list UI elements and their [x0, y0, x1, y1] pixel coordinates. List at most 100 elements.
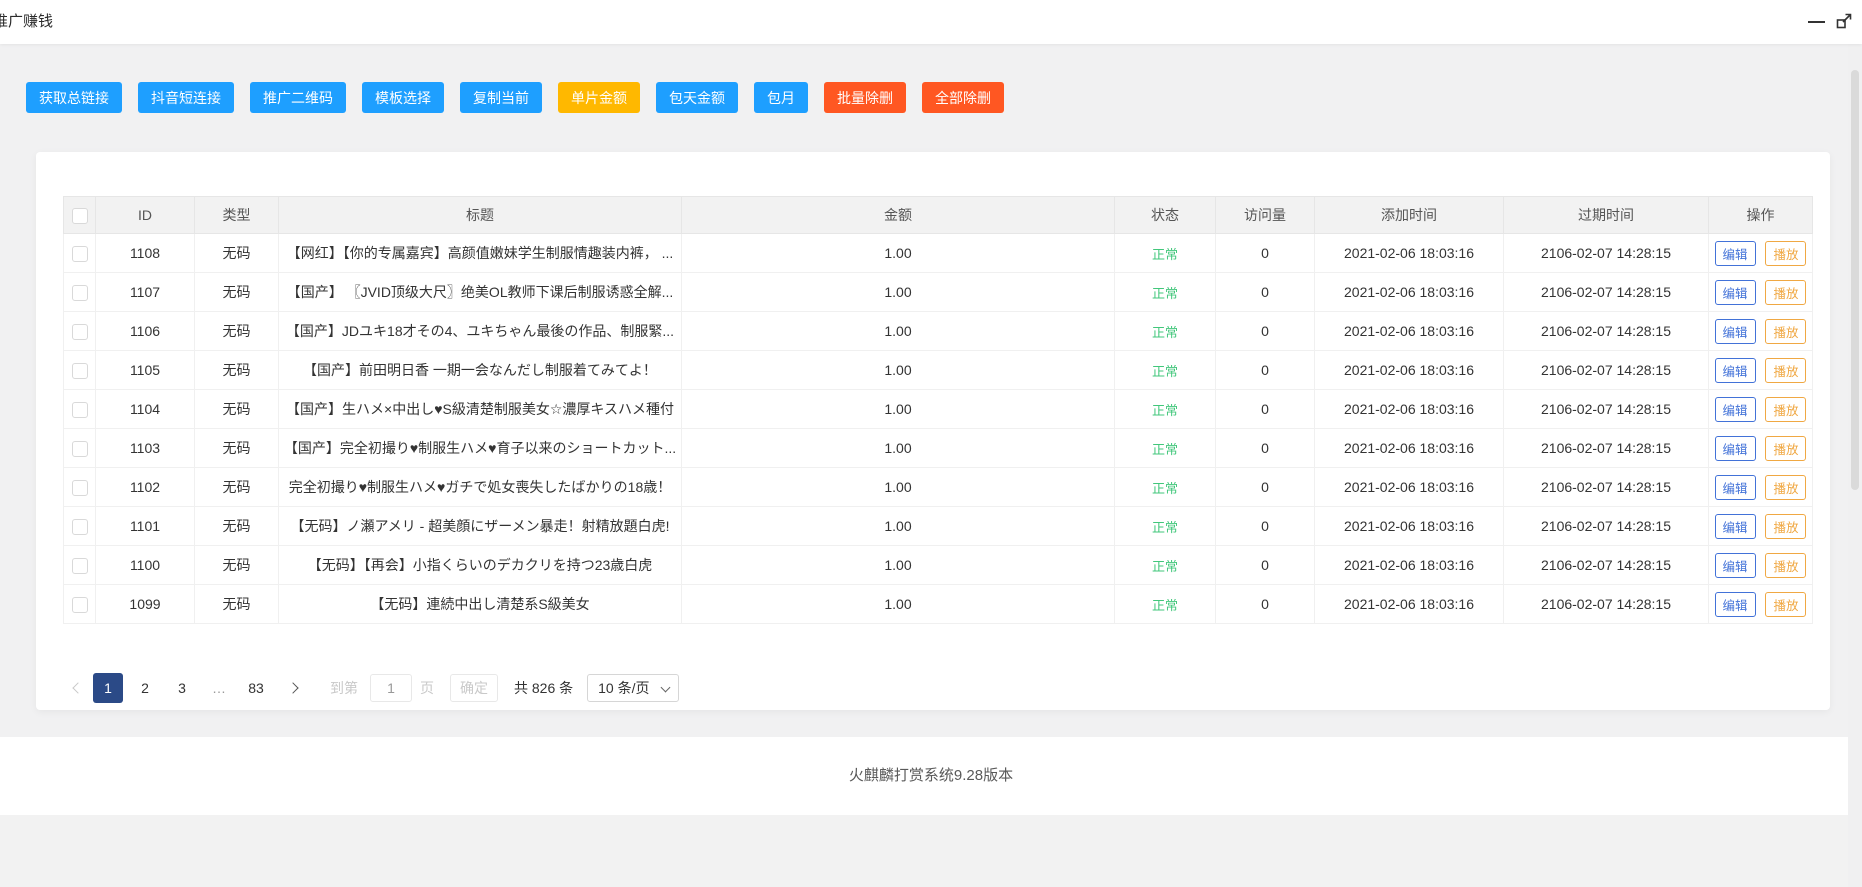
pagination: 123…83 到第 页 确定 共 826 条 10 条/页 — [63, 673, 679, 703]
table-row: 1105 无码 【国产】前田明日香 一期一会なんだし制服着てみてよ！ 1.00 … — [64, 351, 1813, 390]
row-title: 【国产】JDユキ18才その4、ユキちゃん最後の作品、制服緊... — [279, 312, 682, 351]
toolbar-button[interactable]: 批量除删 — [824, 82, 906, 113]
row-checkbox[interactable] — [72, 246, 88, 262]
row-type: 无码 — [195, 468, 279, 507]
row-amount: 1.00 — [682, 507, 1115, 546]
row-id: 1099 — [96, 585, 195, 624]
edit-button[interactable]: 编辑 — [1715, 436, 1756, 461]
edit-button[interactable]: 编辑 — [1715, 475, 1756, 500]
chevron-right-icon — [287, 682, 298, 693]
row-type: 无码 — [195, 546, 279, 585]
edit-button[interactable]: 编辑 — [1715, 592, 1756, 617]
minimize-icon[interactable] — [1808, 21, 1825, 23]
row-added-time: 2021-02-06 18:03:16 — [1315, 234, 1504, 273]
page-ellipsis: … — [204, 673, 234, 703]
goto-page-input[interactable] — [370, 674, 412, 702]
toolbar-button[interactable]: 包月 — [754, 82, 808, 113]
column-header: 标题 — [279, 197, 682, 234]
play-button[interactable]: 播放 — [1765, 280, 1806, 305]
row-checkbox[interactable] — [72, 519, 88, 535]
row-checkbox[interactable] — [72, 363, 88, 379]
row-checkbox[interactable] — [72, 558, 88, 574]
row-checkbox-cell — [64, 546, 96, 585]
row-type: 无码 — [195, 429, 279, 468]
row-amount: 1.00 — [682, 546, 1115, 585]
edit-button[interactable]: 编辑 — [1715, 514, 1756, 539]
page-button[interactable]: 83 — [241, 673, 271, 703]
table-row: 1099 无码 【无码】連続中出し清楚系S級美女 1.00 正常 0 2021-… — [64, 585, 1813, 624]
edit-button[interactable]: 编辑 — [1715, 241, 1756, 266]
column-header: ID — [96, 197, 195, 234]
column-header: 添加时间 — [1315, 197, 1504, 234]
play-button[interactable]: 播放 — [1765, 436, 1806, 461]
play-button[interactable]: 播放 — [1765, 592, 1806, 617]
row-visits: 0 — [1216, 234, 1315, 273]
edit-button[interactable]: 编辑 — [1715, 319, 1756, 344]
toolbar-button[interactable]: 单片金额 — [558, 82, 640, 113]
toolbar-button[interactable]: 包天金额 — [656, 82, 738, 113]
row-checkbox[interactable] — [72, 480, 88, 496]
row-status: 正常 — [1115, 234, 1216, 273]
row-actions: 编辑 播放 — [1709, 390, 1813, 429]
edit-button[interactable]: 编辑 — [1715, 358, 1756, 383]
edit-button[interactable]: 编辑 — [1715, 553, 1756, 578]
table-row: 1100 无码 【无码】【再会】小指くらいのデカクリを持つ23歳白虎 1.00 … — [64, 546, 1813, 585]
toolbar-button[interactable]: 抖音短连接 — [138, 82, 234, 113]
row-checkbox[interactable] — [72, 441, 88, 457]
row-title: 【国产】完全初撮り♥制服生ハメ♥育子以来のショートカット... — [279, 429, 682, 468]
row-amount: 1.00 — [682, 273, 1115, 312]
row-amount: 1.00 — [682, 429, 1115, 468]
play-button[interactable]: 播放 — [1765, 475, 1806, 500]
toolbar-button[interactable]: 推广二维码 — [250, 82, 346, 113]
per-page-select[interactable]: 10 条/页 — [587, 674, 678, 702]
row-status: 正常 — [1115, 390, 1216, 429]
page-button[interactable]: 2 — [130, 673, 160, 703]
row-visits: 0 — [1216, 585, 1315, 624]
next-page-button[interactable] — [278, 673, 308, 703]
edit-button[interactable]: 编辑 — [1715, 397, 1756, 422]
play-button[interactable]: 播放 — [1765, 319, 1806, 344]
toolbar-button[interactable]: 获取总链接 — [26, 82, 122, 113]
row-expire-time: 2106-02-07 14:28:15 — [1504, 429, 1709, 468]
page-button[interactable]: 3 — [167, 673, 197, 703]
row-visits: 0 — [1216, 273, 1315, 312]
play-button[interactable]: 播放 — [1765, 358, 1806, 383]
page-button[interactable]: 1 — [93, 673, 123, 703]
row-expire-time: 2106-02-07 14:28:15 — [1504, 468, 1709, 507]
maximize-icon[interactable] — [1836, 12, 1853, 29]
select-all-checkbox[interactable] — [72, 208, 88, 224]
row-visits: 0 — [1216, 390, 1315, 429]
row-checkbox-cell — [64, 351, 96, 390]
toolbar-button[interactable]: 全部除删 — [922, 82, 1004, 113]
row-added-time: 2021-02-06 18:03:16 — [1315, 585, 1504, 624]
row-expire-time: 2106-02-07 14:28:15 — [1504, 546, 1709, 585]
row-status: 正常 — [1115, 351, 1216, 390]
play-button[interactable]: 播放 — [1765, 514, 1806, 539]
status-badge: 正常 — [1152, 442, 1178, 457]
row-checkbox[interactable] — [72, 285, 88, 301]
scrollbar-thumb[interactable] — [1851, 70, 1859, 490]
status-badge: 正常 — [1152, 286, 1178, 301]
row-added-time: 2021-02-06 18:03:16 — [1315, 468, 1504, 507]
confirm-button[interactable]: 确定 — [450, 674, 498, 702]
toolbar-button[interactable]: 复制当前 — [460, 82, 542, 113]
play-button[interactable]: 播放 — [1765, 397, 1806, 422]
page-title: 推广赚钱 — [0, 0, 53, 44]
row-checkbox[interactable] — [72, 324, 88, 340]
row-checkbox[interactable] — [72, 402, 88, 418]
toolbar-button[interactable]: 模板选择 — [362, 82, 444, 113]
edit-button[interactable]: 编辑 — [1715, 280, 1756, 305]
row-status: 正常 — [1115, 585, 1216, 624]
play-button[interactable]: 播放 — [1765, 241, 1806, 266]
row-amount: 1.00 — [682, 390, 1115, 429]
row-title: 【国产】 〖JVID顶级大尺〗绝美OL教师下课后制服诱惑全解... — [279, 273, 682, 312]
row-actions: 编辑 播放 — [1709, 585, 1813, 624]
scrollbar-track[interactable] — [1848, 44, 1862, 887]
row-title: 【国产】前田明日香 一期一会なんだし制服着てみてよ！ — [279, 351, 682, 390]
row-expire-time: 2106-02-07 14:28:15 — [1504, 585, 1709, 624]
row-checkbox[interactable] — [72, 597, 88, 613]
row-title: 【无码】ノ瀬アメリ - 超美顔にザーメン暴走！射精放題白虎! — [279, 507, 682, 546]
play-button[interactable]: 播放 — [1765, 553, 1806, 578]
row-type: 无码 — [195, 507, 279, 546]
prev-page-button[interactable] — [63, 673, 93, 703]
